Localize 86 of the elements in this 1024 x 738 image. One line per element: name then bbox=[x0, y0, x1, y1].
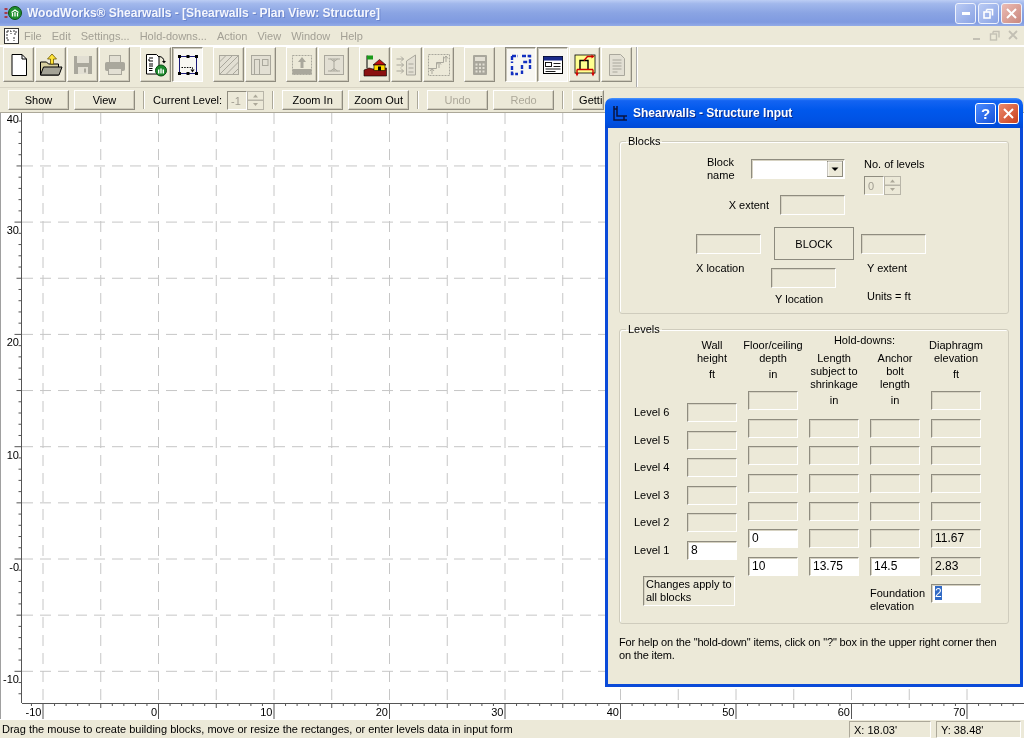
floor-plan-icon bbox=[508, 52, 533, 77]
grid-arrows-icon bbox=[426, 52, 451, 77]
level-label: Level 1 bbox=[634, 542, 670, 557]
field-label: Y location bbox=[774, 292, 824, 306]
field-label: Y extent bbox=[866, 261, 908, 275]
help-button[interactable]: ? bbox=[975, 102, 996, 124]
help-text: For help on the "hold-down" items, click on "?" box in the upper right corner then on the item. bbox=[619, 635, 998, 662]
ruler-label: 20 bbox=[375, 706, 388, 718]
level-label: Level 2 bbox=[634, 515, 670, 530]
close-button[interactable] bbox=[1001, 2, 1022, 24]
unit-label: ft bbox=[708, 368, 716, 381]
input-field[interactable]: 8 bbox=[687, 540, 737, 560]
minimize-icon bbox=[961, 11, 970, 15]
dialog-title: Shearwalls - Structure Input bbox=[633, 106, 794, 120]
app-logo-icon bbox=[4, 5, 22, 21]
close-icon bbox=[1006, 7, 1017, 19]
input-field[interactable]: 2 bbox=[931, 584, 981, 604]
frame-arrows-icon bbox=[572, 52, 597, 77]
status-panel: X: 18.03' bbox=[849, 720, 931, 738]
minimize-button[interactable] bbox=[955, 2, 976, 24]
i-beam-icon bbox=[321, 52, 346, 77]
toolbar-button[interactable] bbox=[537, 47, 568, 82]
block-button[interactable]: BLOCK bbox=[774, 227, 854, 260]
toolbar-button[interactable] bbox=[505, 47, 536, 82]
group-title: Levels bbox=[627, 323, 661, 336]
unit-label: in bbox=[890, 393, 900, 407]
status-message: Drag the mouse to create building blocks, move or resize the rectanges, or enter levels data in input form bbox=[2, 723, 514, 735]
command-button[interactable]: View bbox=[74, 90, 135, 110]
spin-arrows-icon[interactable] bbox=[247, 90, 265, 110]
unit-label: in bbox=[829, 393, 839, 407]
unit-label: ft bbox=[952, 368, 960, 381]
level-label: Level 5 bbox=[634, 432, 670, 447]
level-label: Level 3 bbox=[634, 487, 670, 502]
command-button[interactable]: Show bbox=[8, 90, 69, 110]
input-field[interactable]: 0 bbox=[748, 529, 798, 549]
ruler-label: 0 bbox=[150, 706, 157, 718]
input-field[interactable]: 14.5 bbox=[870, 556, 920, 576]
info-note: Changes apply to all blocks bbox=[643, 576, 735, 607]
ruler-label: -10 bbox=[3, 673, 19, 686]
command-button[interactable]: Getti bbox=[572, 90, 605, 110]
command-button[interactable]: Zoom Out bbox=[348, 90, 410, 110]
command-button[interactable]: Zoom In bbox=[282, 90, 344, 110]
field-label: No. of levels bbox=[864, 158, 925, 171]
page-badge-icon bbox=[143, 52, 168, 77]
ruler-label: 10 bbox=[6, 448, 19, 461]
column-heading: Hold-downs: bbox=[833, 334, 896, 348]
window-panel-icon bbox=[248, 52, 273, 77]
field-label: Current Level: bbox=[153, 94, 223, 106]
ruler-label: 10 bbox=[260, 706, 273, 718]
selection-rectangle-icon bbox=[175, 52, 200, 77]
restore-button[interactable] bbox=[978, 2, 999, 24]
ruler-label: 40 bbox=[606, 706, 619, 718]
ruler-label: -10 bbox=[25, 706, 42, 718]
close-icon bbox=[1003, 107, 1014, 119]
folder-arrow-icon bbox=[38, 52, 63, 77]
window-title: WoodWorks® Shearwalls - [Shearwalls - Plan View: Structure] bbox=[27, 6, 381, 20]
field-label: Foundation elevation bbox=[870, 586, 927, 614]
units-label: Units = ft bbox=[866, 290, 911, 303]
ruler-label: 40 bbox=[6, 113, 19, 125]
level-label: Level 4 bbox=[634, 460, 670, 475]
level-label: Level 6 bbox=[634, 405, 670, 419]
dropdown-arrow-icon[interactable] bbox=[827, 161, 843, 177]
input-field[interactable]: 13.75 bbox=[809, 556, 859, 576]
restore-icon bbox=[983, 7, 994, 19]
toolbar-button[interactable] bbox=[172, 47, 203, 82]
spin-arrows-icon[interactable] bbox=[884, 176, 901, 195]
ruler-label: 20 bbox=[6, 336, 19, 349]
frame-icon bbox=[612, 105, 628, 121]
arrows-wall-icon bbox=[394, 52, 419, 77]
ruler-label: 30 bbox=[491, 706, 504, 718]
up-arrow-panel-icon bbox=[289, 52, 314, 77]
document-icon[interactable] bbox=[4, 27, 19, 44]
status-panel: Y: 38.48' bbox=[936, 720, 1021, 738]
ruler-label: 30 bbox=[6, 224, 19, 237]
ruler-label: 70 bbox=[953, 706, 966, 718]
ruler-label: 50 bbox=[722, 706, 735, 718]
field-label: X location bbox=[696, 261, 745, 275]
hatched-panel-icon bbox=[216, 52, 241, 77]
ruler-label: -0 bbox=[9, 561, 19, 573]
group-title: Blocks bbox=[627, 135, 662, 148]
ruler-label: 60 bbox=[837, 706, 850, 718]
unit-label: in bbox=[768, 368, 778, 381]
field-label: Block name bbox=[707, 156, 736, 182]
printer-icon bbox=[102, 52, 127, 77]
field-label: X extent bbox=[728, 198, 769, 212]
input-field[interactable]: 10 bbox=[748, 556, 798, 576]
